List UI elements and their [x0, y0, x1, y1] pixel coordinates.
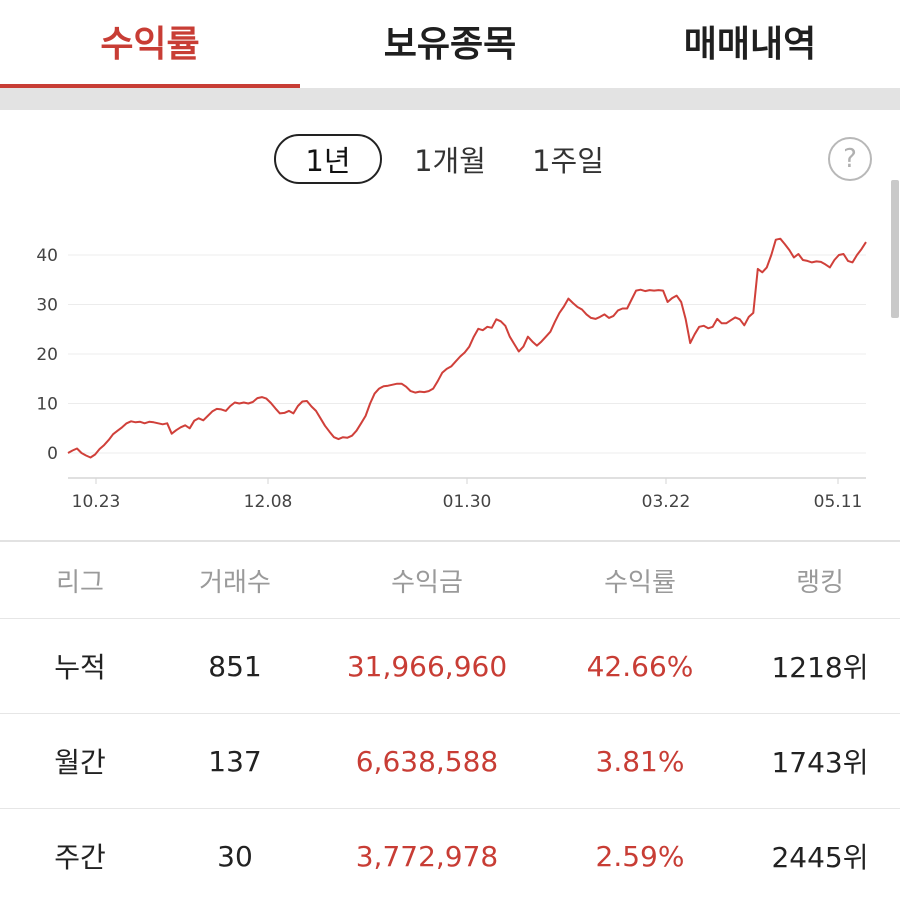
row-rank: 1743위 — [771, 746, 869, 779]
period-selector: 1년 1개월 1주일 ? — [0, 132, 900, 186]
table-row: 누적 851 31,966,960 42.66% 1218위 — [0, 618, 900, 713]
period-1-month-button[interactable]: 1개월 — [404, 134, 496, 184]
x-tick-label: 05.11 — [814, 492, 863, 512]
x-tick-label: 10.23 — [72, 492, 121, 512]
tab-trade-history[interactable]: 매매내역 — [600, 0, 900, 88]
x-tick-label: 12.08 — [244, 492, 293, 512]
header-profit: 수익금 — [391, 567, 463, 598]
y-tick-label: 0 — [47, 444, 58, 464]
y-tick-label: 40 — [36, 246, 58, 266]
help-icon[interactable]: ? — [828, 137, 872, 181]
table-row: 월간 137 6,638,588 3.81% 1743위 — [0, 713, 900, 808]
y-tick-label: 30 — [36, 296, 58, 316]
row-rank: 2445위 — [771, 841, 869, 874]
tab-return-rate[interactable]: 수익률 — [0, 0, 300, 88]
row-trades: 851 — [208, 649, 262, 683]
row-profit: 6,638,588 — [355, 744, 499, 778]
row-rank: 1218위 — [771, 651, 869, 684]
top-tab-bar: 수익률 보유종목 매매내역 — [0, 0, 900, 88]
row-rate: 42.66% — [586, 649, 694, 683]
return-rate-series-line — [67, 237, 867, 459]
row-league: 월간 — [54, 746, 106, 779]
row-rate: 2.59% — [595, 839, 685, 873]
tab-holdings[interactable]: 보유종목 — [300, 0, 600, 88]
y-tick-label: 20 — [36, 345, 58, 365]
row-league: 주간 — [54, 841, 106, 874]
row-trades: 30 — [217, 839, 253, 873]
summary-table: 리그 거래수 수익금 수익률 랭킹 누적 851 31,966,960 42.6… — [0, 540, 900, 898]
row-rate: 3.81% — [595, 744, 685, 778]
section-divider — [0, 88, 900, 110]
period-1-week-button[interactable]: 1주일 — [522, 134, 614, 184]
return-rate-chart: 0 10 20 30 40 10.23 12.08 01.30 03.22 05.11 — [36, 237, 867, 512]
x-tick-label: 01.30 — [443, 492, 492, 512]
x-tick-label: 03.22 — [642, 492, 691, 512]
row-profit: 31,966,960 — [346, 649, 508, 683]
period-1-year-button[interactable]: 1년 — [274, 134, 382, 184]
table-header-row: 리그 거래수 수익금 수익률 랭킹 — [0, 540, 900, 618]
header-rank: 랭킹 — [796, 567, 844, 598]
header-league: 리그 — [56, 567, 104, 598]
row-league: 누적 — [54, 651, 106, 684]
row-profit: 3,772,978 — [355, 839, 499, 873]
header-rate: 수익률 — [604, 567, 676, 598]
table-row: 주간 30 3,772,978 2.59% 2445위 — [0, 808, 900, 898]
y-tick-label: 10 — [36, 395, 58, 415]
header-trades: 거래수 — [199, 567, 271, 598]
row-trades: 137 — [208, 744, 262, 778]
